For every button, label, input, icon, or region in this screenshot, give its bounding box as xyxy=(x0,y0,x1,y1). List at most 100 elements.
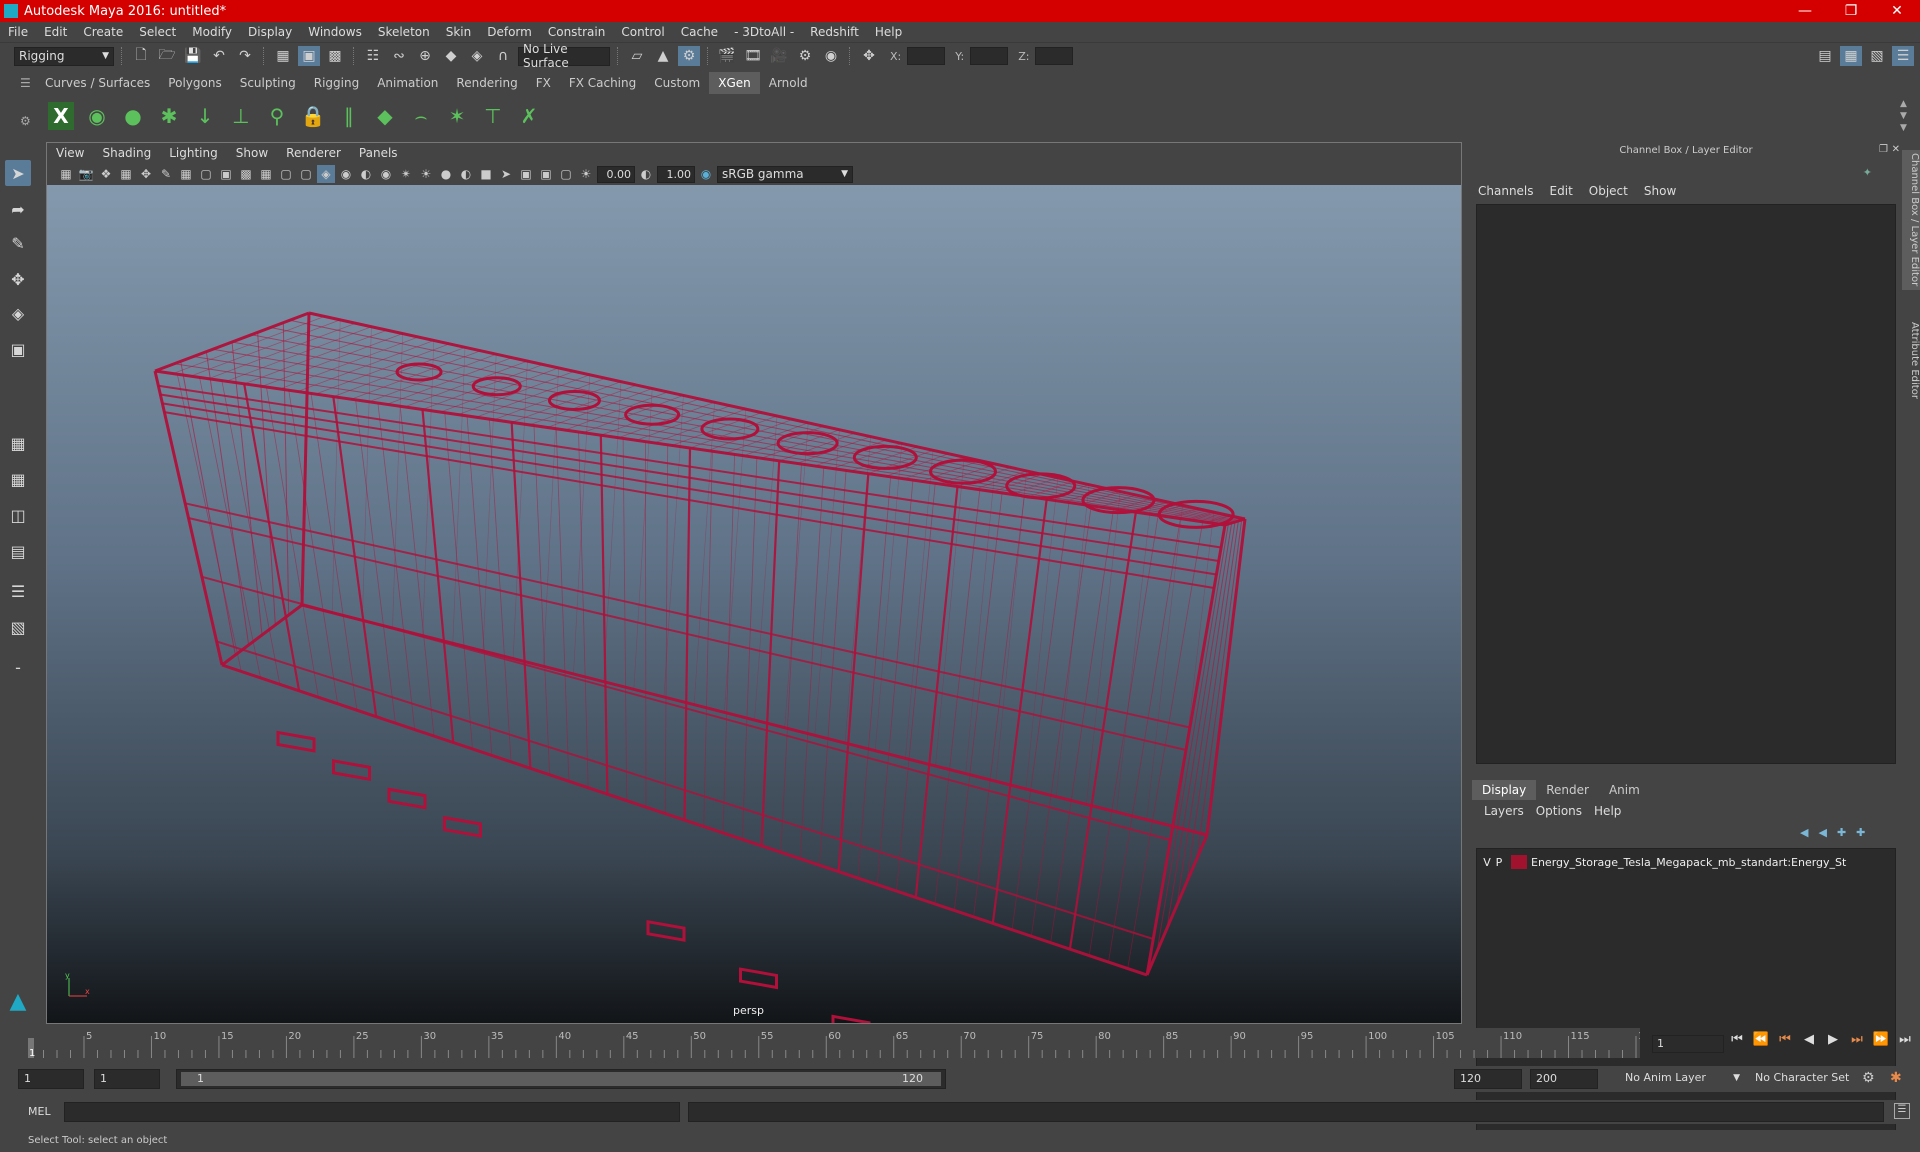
menu-skin[interactable]: Skin xyxy=(438,25,480,39)
xgen-create-description-icon[interactable]: ● xyxy=(120,102,146,130)
view-2d-pan-icon[interactable]: ✥ xyxy=(137,165,155,183)
textured-icon[interactable]: ◉ xyxy=(377,165,395,183)
play-backward-icon[interactable]: ◀ xyxy=(1800,1032,1818,1047)
tab-animation[interactable]: Animation xyxy=(368,72,447,94)
layer-visibility-toggle[interactable]: V xyxy=(1481,856,1493,869)
viewport-menu-shading[interactable]: Shading xyxy=(93,146,160,160)
script-editor-icon[interactable]: ☰ xyxy=(1894,1103,1910,1119)
paint-select-tool-icon[interactable]: ✎ xyxy=(5,230,31,256)
viewport-menu-lighting[interactable]: Lighting xyxy=(160,146,227,160)
xgen-clump-icon[interactable]: ⌢ xyxy=(408,102,434,130)
viewport-menu-view[interactable]: View xyxy=(47,146,93,160)
menu-file[interactable]: File xyxy=(0,25,36,39)
layer-row[interactable]: V P Energy_Storage_Tesla_Megapack_mb_sta… xyxy=(1481,853,1846,871)
xgen-bend-guide-icon[interactable]: ∥ xyxy=(336,102,362,130)
move-layer-down-icon[interactable]: ◀ xyxy=(1818,826,1826,839)
command-language-label[interactable]: MEL xyxy=(28,1105,51,1118)
animation-end-field[interactable]: 200 xyxy=(1530,1069,1598,1089)
menu-redshift[interactable]: Redshift xyxy=(802,25,867,39)
viewport-menu-panels[interactable]: Panels xyxy=(350,146,407,160)
menu-set-dropdown[interactable]: Rigging ▼ xyxy=(14,46,114,66)
tab-sculpting[interactable]: Sculpting xyxy=(231,72,305,94)
attribute-editor-toggle-icon[interactable]: ▦ xyxy=(1840,46,1862,66)
xgen-cut-icon[interactable]: ⊤ xyxy=(480,102,506,130)
screen-space-ao-icon[interactable]: ● xyxy=(437,165,455,183)
step-back-frame-icon[interactable]: ⏪ xyxy=(1752,1032,1770,1047)
menu-object[interactable]: Object xyxy=(1581,184,1636,202)
rotate-tool-icon[interactable]: ◈ xyxy=(5,300,31,326)
resolution-gate-icon[interactable]: ▣ xyxy=(217,165,235,183)
gamma-icon[interactable]: ◐ xyxy=(637,165,655,183)
snap-curve-icon[interactable]: ∾ xyxy=(388,46,410,66)
go-to-start-icon[interactable]: ⏮ xyxy=(1728,1032,1746,1047)
scale-tool-icon[interactable]: ▣ xyxy=(5,336,31,362)
menu-layer-help[interactable]: Help xyxy=(1588,804,1627,818)
shelf-settings-icon[interactable]: ⚙ xyxy=(20,114,31,128)
color-space-dropdown[interactable]: sRGB gamma ▼ xyxy=(717,165,853,183)
tab-anim[interactable]: Anim xyxy=(1599,780,1650,800)
animation-start-field[interactable]: 1 xyxy=(18,1069,84,1089)
channel-box-toggle-icon[interactable]: ☰ xyxy=(1892,46,1914,66)
grease-pencil-icon[interactable]: ✎ xyxy=(157,165,175,183)
menu-control[interactable]: Control xyxy=(613,25,672,39)
transform-constraint-icon[interactable]: ✥ xyxy=(858,46,880,66)
close-panel-icon[interactable]: ✕ xyxy=(1892,144,1900,155)
xgen-region-map-icon[interactable]: ◆ xyxy=(372,102,398,130)
go-to-end-icon[interactable]: ⏭ xyxy=(1896,1032,1914,1047)
magnet-icon[interactable]: ∩ xyxy=(492,46,514,66)
render-settings-icon[interactable]: ⚙ xyxy=(794,46,816,66)
current-frame-field[interactable]: 1 xyxy=(1652,1035,1724,1053)
motion-blur-icon[interactable]: ◐ xyxy=(457,165,475,183)
new-scene-icon[interactable]: 🗋 xyxy=(130,46,152,66)
tab-custom[interactable]: Custom xyxy=(645,72,709,94)
menu-channel-edit[interactable]: Edit xyxy=(1542,184,1581,202)
tab-xgen[interactable]: XGen xyxy=(709,72,760,94)
anim-layer-dropdown[interactable]: No Anim Layer ▼ xyxy=(1620,1069,1740,1089)
menu-options[interactable]: Options xyxy=(1530,804,1588,818)
new-layer-selected-icon[interactable]: ✚ xyxy=(1856,826,1865,839)
collapse-layouts-icon[interactable]: - xyxy=(5,654,31,680)
step-back-key-icon[interactable]: ⏮ xyxy=(1776,1032,1794,1047)
output-ops-icon[interactable]: ▲ xyxy=(652,46,674,66)
open-scene-icon[interactable]: 🗁 xyxy=(156,46,178,66)
film-gate-icon[interactable]: ▢ xyxy=(197,165,215,183)
wireframe-icon[interactable]: ◈ xyxy=(317,165,335,183)
save-scene-icon[interactable]: 💾 xyxy=(182,46,204,66)
image-plane-icon[interactable]: ▦ xyxy=(117,165,135,183)
time-slider[interactable]: 5 10 15 20 25 30 35 40 45 50 55 60 65 70 75 80 85 90 95 100… xyxy=(26,1028,1640,1058)
tab-fx-caching[interactable]: FX Caching xyxy=(560,72,645,94)
xgen-preview-icon[interactable]: ◉ xyxy=(84,102,110,130)
xgen-fur-icon[interactable]: ✶ xyxy=(444,102,470,130)
live-surface-field[interactable]: No Live Surface xyxy=(518,42,610,70)
bookmark-icon[interactable]: ❖ xyxy=(97,165,115,183)
close-button[interactable]: ✕ xyxy=(1874,0,1920,22)
snap-grid-icon[interactable]: ☷ xyxy=(362,46,384,66)
play-forward-icon[interactable]: ▶ xyxy=(1824,1032,1842,1047)
camera-attributes-icon[interactable]: 📷 xyxy=(77,165,95,183)
z-field[interactable] xyxy=(1035,47,1074,65)
step-forward-frame-icon[interactable]: ⏩ xyxy=(1872,1032,1890,1047)
select-object-icon[interactable]: ▣ xyxy=(298,46,320,66)
tab-curves-surfaces[interactable]: Curves / Surfaces xyxy=(36,72,159,94)
shelf-scroll-icon[interactable]: ▲ ▼ ▼ xyxy=(1900,98,1907,134)
exposure-icon[interactable]: ☀ xyxy=(577,165,595,183)
gate-mask-icon[interactable]: ▩ xyxy=(237,165,255,183)
command-input[interactable] xyxy=(64,1102,680,1122)
xgen-lock-icon[interactable]: 🔒 xyxy=(300,102,326,130)
input-ops-icon[interactable]: ▱ xyxy=(626,46,648,66)
wireframe-on-shaded-icon[interactable]: ◐ xyxy=(357,165,375,183)
side-tab-attribute-editor[interactable]: Attribute Editor xyxy=(1902,310,1920,410)
float-panel-icon[interactable]: ❐ xyxy=(1879,144,1888,155)
tool-settings-icon[interactable]: ▧ xyxy=(1866,46,1888,66)
menu-edit[interactable]: Edit xyxy=(36,25,75,39)
xgen-add-guide-icon[interactable]: ↓ xyxy=(192,102,218,130)
isolate-select-icon[interactable]: ➤ xyxy=(497,165,515,183)
grid-icon[interactable]: ▦ xyxy=(177,165,195,183)
xgen-move-guide-icon[interactable]: ⊥ xyxy=(228,102,254,130)
xray-joints-icon[interactable]: ▣ xyxy=(537,165,555,183)
menu-channels[interactable]: Channels xyxy=(1470,184,1542,202)
side-tab-channel-box[interactable]: Channel Box / Layer Editor xyxy=(1902,150,1920,290)
snap-surface-icon[interactable]: ◈ xyxy=(466,46,488,66)
y-field[interactable] xyxy=(970,47,1009,65)
playback-end-field[interactable]: 120 xyxy=(1454,1069,1522,1089)
